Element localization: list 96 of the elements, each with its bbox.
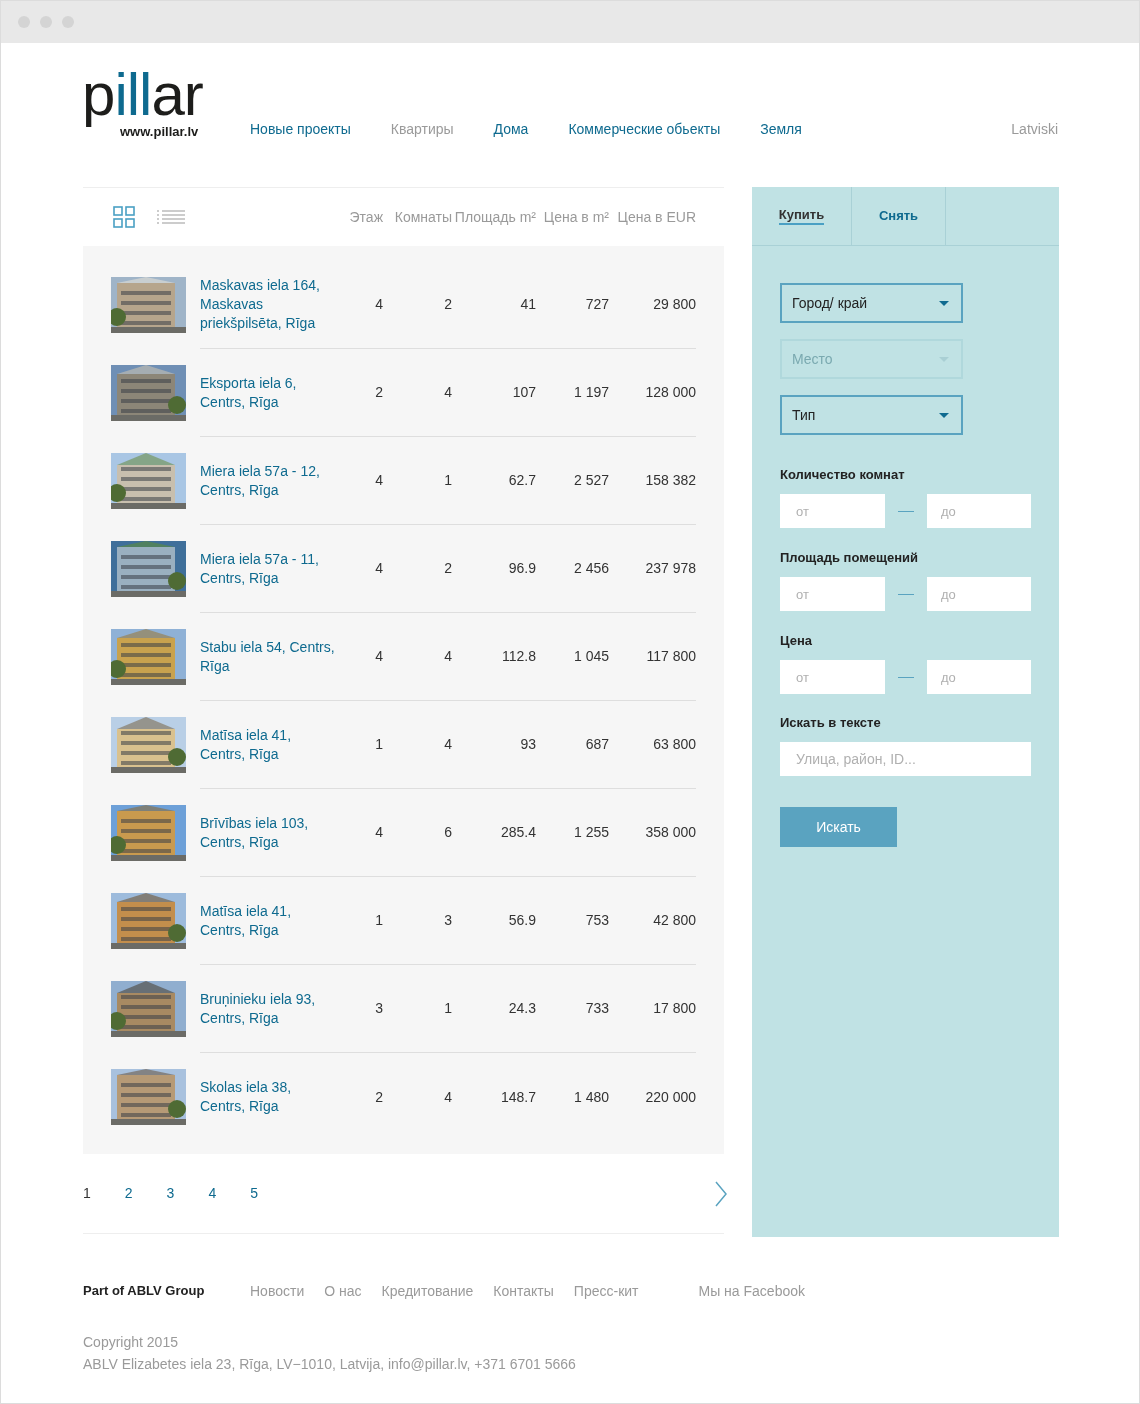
table-cell-text: 3 xyxy=(443,911,452,930)
table-cell-text: 62.7 xyxy=(507,471,536,490)
table-cell-text: 2 527 xyxy=(572,471,609,490)
table-cell-text: 1 197 xyxy=(572,383,609,402)
table-cell-text: 220 000 xyxy=(644,1087,696,1107)
table-cell-text: 112.8 xyxy=(501,647,536,666)
table-cell-text: 727 xyxy=(584,295,609,314)
listing-address-link[interactable]: Bruņinieku iela 93, Centrs, Rīga xyxy=(200,989,337,1028)
table-cell-text: 1 255 xyxy=(572,823,609,842)
table-cell-text: 96.9 xyxy=(507,559,536,578)
table-cell-text: 1 xyxy=(374,911,383,930)
input-field[interactable]: до xyxy=(927,660,1031,694)
input-field[interactable]: до xyxy=(927,577,1031,611)
dropdown[interactable]: Город/ край xyxy=(780,283,963,323)
table-cell-text: 63 800 xyxy=(652,735,696,754)
table-cell-text: 4 xyxy=(443,735,452,754)
table-cell-text: 4 xyxy=(374,471,383,490)
copyright-text: Copyright 2015 xyxy=(83,1333,179,1352)
table-cell-text: 3 xyxy=(374,999,383,1018)
table-cell-text: 128 000 xyxy=(644,383,696,402)
input-field[interactable]: до xyxy=(927,494,1031,528)
nav-link[interactable]: Новые проекты xyxy=(250,119,351,140)
table-cell-text: 56.9 xyxy=(507,911,536,930)
table-cell-text: 733 xyxy=(584,999,609,1018)
list-view-button[interactable] xyxy=(157,210,185,224)
table-cell-text: 1 xyxy=(443,999,452,1018)
dropdown[interactable]: Тип xyxy=(780,395,963,435)
table-cell-text: 17 800 xyxy=(652,999,696,1018)
field-label: Искать в тексте xyxy=(780,714,882,731)
table-cell-text: 358 000 xyxy=(644,823,696,842)
table-cell-text: 4 xyxy=(443,1087,452,1107)
table-cell-text: 158 382 xyxy=(644,471,696,490)
field-label: Площадь помещений xyxy=(780,549,920,566)
table-cell-text: 237 978 xyxy=(644,559,696,578)
table-cell-text: 1 xyxy=(443,471,452,490)
table-cell-text: 148.7 xyxy=(499,1087,536,1107)
table-cell-text: 687 xyxy=(584,735,609,754)
table-cell-text: 2 xyxy=(374,1087,383,1107)
listing-address-link[interactable]: Matīsa iela 41, Centrs, Rīga xyxy=(200,901,337,940)
table-cell-text: 1 xyxy=(374,735,383,754)
table-cell-text: 93 xyxy=(519,735,536,754)
table-cell-text: 1 045 xyxy=(572,647,609,666)
table-cell-text: 753 xyxy=(584,911,609,930)
table-cell-text: 24.3 xyxy=(507,999,536,1018)
nav-link[interactable]: Земля xyxy=(760,119,802,140)
table-cell-text: 4 xyxy=(374,559,383,578)
table-cell-text: 4 xyxy=(374,295,383,314)
table-cell-text: 285.4 xyxy=(499,823,536,842)
page-link[interactable]: 1 xyxy=(83,1183,91,1204)
table-cell-text: 117 800 xyxy=(645,647,696,666)
chevron-right-icon xyxy=(714,1180,728,1207)
listing-address-link[interactable]: Brīvības iela 103, Centrs, Rīga xyxy=(200,813,337,852)
table-cell-text: 41 xyxy=(519,295,536,314)
listing-address-link[interactable]: Maskavas iela 164, Maskavas priekšpilsēta, Rīga xyxy=(200,276,337,333)
range-dash xyxy=(898,510,914,512)
table-cell-text: 4 xyxy=(443,647,452,666)
caret-icon xyxy=(939,300,949,306)
range-dash xyxy=(898,593,914,595)
search-field[interactable]: Улица, район, ID... xyxy=(780,742,1031,776)
page-link[interactable]: 2 xyxy=(124,1183,133,1204)
table-cell-text: 107 xyxy=(511,383,536,402)
input-field[interactable]: от xyxy=(780,660,885,694)
table-cell-text: 2 xyxy=(443,295,452,314)
nav-link[interactable]: Коммерческие обьекты xyxy=(568,119,721,140)
page-link[interactable]: 4 xyxy=(208,1183,217,1204)
listing-address-link[interactable]: Miera iela 57a - 12, Centrs, Rīga xyxy=(200,461,337,500)
table-cell-text: 6 xyxy=(443,823,452,842)
page-link[interactable]: 3 xyxy=(166,1183,175,1204)
listing-address-link[interactable]: Miera iela 57a - 11, Centrs, Rīga xyxy=(200,549,337,588)
nav-link[interactable]: Дома xyxy=(493,119,529,140)
grid-view-button[interactable] xyxy=(113,206,135,228)
listing-address-link[interactable]: Eksporta iela 6, Centrs, Rīga xyxy=(200,373,337,412)
group-text: Part of ABLV Group xyxy=(83,1282,206,1301)
listing-address-link[interactable]: Skolas iela 38, Centrs, Rīga xyxy=(200,1078,337,1116)
tab[interactable]: Купить xyxy=(752,187,852,245)
table-cell-text: 42 800 xyxy=(652,911,696,930)
listing-address-link[interactable]: Matīsa iela 41, Centrs, Rīga xyxy=(200,725,337,764)
logo[interactable]: pillar www.pillar.lv xyxy=(82,45,219,143)
input-field[interactable]: от xyxy=(780,494,885,528)
field-label: Цена xyxy=(780,632,813,649)
field-label: Количество комнат xyxy=(780,466,906,483)
table-cell-text: 4 xyxy=(443,383,452,402)
tab[interactable]: Снять xyxy=(852,187,946,245)
address-text: ABLV Elizabetes iela 23, Rīga, LV−1010, Latvija, info@pillar.lv, +371 6701 5666 xyxy=(83,1355,577,1374)
table-cell-text: 4 xyxy=(374,823,383,842)
table-cell-text: 2 xyxy=(374,383,383,402)
caret-icon xyxy=(939,412,949,418)
table-cell-text: 1 480 xyxy=(572,1087,609,1107)
listing-address-link[interactable]: Stabu iela 54, Centrs, Rīga xyxy=(200,637,337,676)
table-cell-text: 4 xyxy=(374,647,383,666)
input-field[interactable]: от xyxy=(780,577,885,611)
table-cell-text: 2 xyxy=(443,559,452,578)
table-cell-text: 2 456 xyxy=(572,559,609,578)
table-cell-text: 29 800 xyxy=(652,295,696,314)
page-link[interactable]: 5 xyxy=(250,1183,258,1204)
range-dash xyxy=(898,676,914,678)
